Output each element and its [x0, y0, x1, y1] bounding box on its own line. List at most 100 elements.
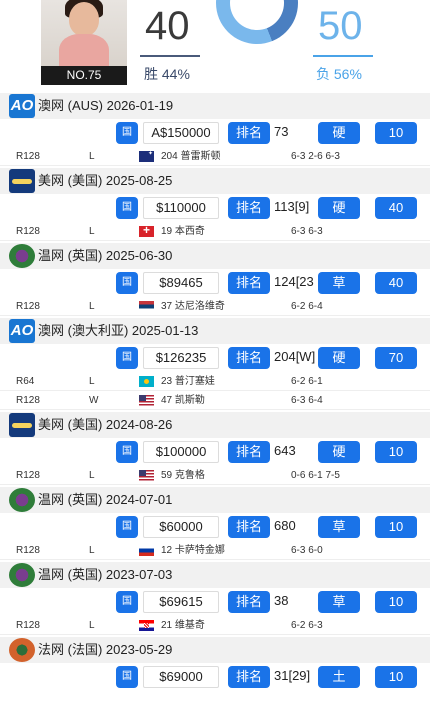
match-result: W [89, 395, 99, 406]
country-flag-button[interactable]: 国 [116, 591, 138, 613]
tournament-header[interactable]: 温网 (英国) 2025-06-30 [0, 243, 430, 269]
match-row[interactable]: R128 L 204 普雷斯顿 6-3 2-6 6-3 [0, 147, 430, 166]
tournament-title: 温网 (英国) 2025-06-30 [38, 248, 173, 263]
opponent-name[interactable]: 23 普汀塞娃 [161, 372, 215, 391]
points-button[interactable]: 40 [375, 272, 417, 294]
surface-button[interactable]: 硬 [318, 441, 360, 463]
prize-money: $89465 [143, 272, 219, 294]
rank-button[interactable]: 排名 [228, 591, 270, 613]
match-round: R128 [16, 395, 40, 406]
flag-ru-icon [139, 545, 154, 556]
tournament-header[interactable]: 法网 (法国) 2023-05-29 [0, 637, 430, 663]
match-result: L [89, 226, 95, 237]
entry-rank: 680 [274, 516, 314, 538]
opponent-name[interactable]: 12 卡萨特金娜 [161, 541, 225, 560]
tournament-title: 美网 (美国) 2024-08-26 [38, 417, 173, 432]
match-round: R128 [16, 545, 40, 556]
match-row[interactable]: R128 L 19 本西奇 6-3 6-3 [0, 222, 430, 241]
ao-logo: AO [9, 94, 35, 118]
prize-money: A$150000 [143, 122, 219, 144]
rank-button[interactable]: 排名 [228, 197, 270, 219]
country-flag-button[interactable]: 国 [116, 516, 138, 538]
country-flag-button[interactable]: 国 [116, 122, 138, 144]
wins-count: 40 [145, 4, 190, 48]
opponent-name[interactable]: 19 本西奇 [161, 222, 205, 241]
match-row[interactable]: R64 L 23 普汀塞娃 6-2 6-1 [0, 372, 430, 391]
match-result: L [89, 301, 95, 312]
match-score: 6-2 6-1 [291, 376, 323, 387]
surface-button[interactable]: 硬 [318, 122, 360, 144]
match-score: 6-2 6-3 [291, 620, 323, 631]
points-button[interactable]: 10 [375, 666, 417, 688]
opponent-name[interactable]: 47 凯斯勒 [161, 391, 205, 410]
country-flag-button[interactable]: 国 [116, 441, 138, 463]
tournament-info-row: 国 $126235 排名 204[W] 硬 70 [0, 345, 430, 371]
country-flag-button[interactable]: 国 [116, 272, 138, 294]
country-flag-button[interactable]: 国 [116, 666, 138, 688]
prize-money: $69000 [143, 666, 219, 688]
points-button[interactable]: 10 [375, 516, 417, 538]
usopen-logo [9, 169, 35, 193]
flag-au-icon [139, 151, 154, 162]
prize-money: $110000 [143, 197, 219, 219]
country-flag-button[interactable]: 国 [116, 197, 138, 219]
match-round: R128 [16, 620, 40, 631]
opponent-name[interactable]: 59 克鲁格 [161, 466, 205, 485]
tournament-info-row: 国 $69000 排名 31[29] 土 10 [0, 664, 430, 690]
surface-button[interactable]: 草 [318, 272, 360, 294]
match-score: 6-3 6-4 [291, 395, 323, 406]
win-loss-donut-chart [216, 0, 298, 44]
points-button[interactable]: 10 [375, 591, 417, 613]
surface-button[interactable]: 草 [318, 591, 360, 613]
surface-button[interactable]: 硬 [318, 197, 360, 219]
losses-count: 50 [318, 4, 363, 48]
tournament-header[interactable]: 温网 (英国) 2023-07-03 [0, 562, 430, 588]
entry-rank: 31[29] [274, 666, 314, 688]
match-row[interactable]: R128 L 59 克鲁格 0-6 6-1 7-5 [0, 466, 430, 485]
wins-underline [140, 55, 200, 57]
tournament-title: 温网 (英国) 2024-07-01 [38, 492, 173, 507]
match-row[interactable]: R128 L 37 达尼洛维奇 6-2 6-4 [0, 297, 430, 316]
points-button[interactable]: 10 [375, 122, 417, 144]
tournament-header[interactable]: AO 澳网 (AUS) 2026-01-19 [0, 93, 430, 119]
points-button[interactable]: 40 [375, 197, 417, 219]
match-score: 6-3 6-3 [291, 226, 323, 237]
tournament-title: 美网 (美国) 2025-08-25 [38, 173, 173, 188]
match-row[interactable]: R128 W 47 凯斯勒 6-3 6-4 [0, 391, 430, 410]
opponent-name[interactable]: 37 达尼洛维奇 [161, 297, 225, 316]
points-button[interactable]: 70 [375, 347, 417, 369]
surface-button[interactable]: 土 [318, 666, 360, 688]
rank-button[interactable]: 排名 [228, 516, 270, 538]
match-row[interactable]: R128 L 12 卡萨特金娜 6-3 6-0 [0, 541, 430, 560]
entry-rank: 643 [274, 441, 314, 463]
match-round: R128 [16, 470, 40, 481]
wimbledon-logo [9, 563, 35, 587]
country-flag-button[interactable]: 国 [116, 347, 138, 369]
opponent-name[interactable]: 204 普雷斯顿 [161, 147, 220, 166]
rank-button[interactable]: 排名 [228, 347, 270, 369]
player-avatar[interactable] [41, 0, 127, 66]
opponent-name[interactable]: 21 维基奇 [161, 616, 205, 635]
flag-hr-icon [139, 620, 154, 631]
tournament-info-row: 国 $69615 排名 38 草 10 [0, 589, 430, 615]
rank-button[interactable]: 排名 [228, 666, 270, 688]
match-result: L [89, 470, 95, 481]
tournament-header[interactable]: 美网 (美国) 2024-08-26 [0, 412, 430, 438]
rank-button[interactable]: 排名 [228, 122, 270, 144]
prize-money: $60000 [143, 516, 219, 538]
rank-button[interactable]: 排名 [228, 441, 270, 463]
tournament-header[interactable]: 美网 (美国) 2025-08-25 [0, 168, 430, 194]
tournament-info-row: 国 $110000 排名 113[9] 硬 40 [0, 195, 430, 221]
tournament-header[interactable]: AO 澳网 (澳大利亚) 2025-01-13 [0, 318, 430, 344]
surface-button[interactable]: 硬 [318, 347, 360, 369]
rank-button[interactable]: 排名 [228, 272, 270, 294]
tournament-header[interactable]: 温网 (英国) 2024-07-01 [0, 487, 430, 513]
wimbledon-logo [9, 244, 35, 268]
points-button[interactable]: 10 [375, 441, 417, 463]
entry-rank: 124[23 [274, 272, 314, 294]
surface-button[interactable]: 草 [318, 516, 360, 538]
match-row[interactable]: R128 L 21 维基奇 6-2 6-3 [0, 616, 430, 635]
tournament-info-row: 国 $89465 排名 124[23 草 40 [0, 270, 430, 296]
ao-logo: AO [9, 319, 35, 343]
match-round: R128 [16, 226, 40, 237]
